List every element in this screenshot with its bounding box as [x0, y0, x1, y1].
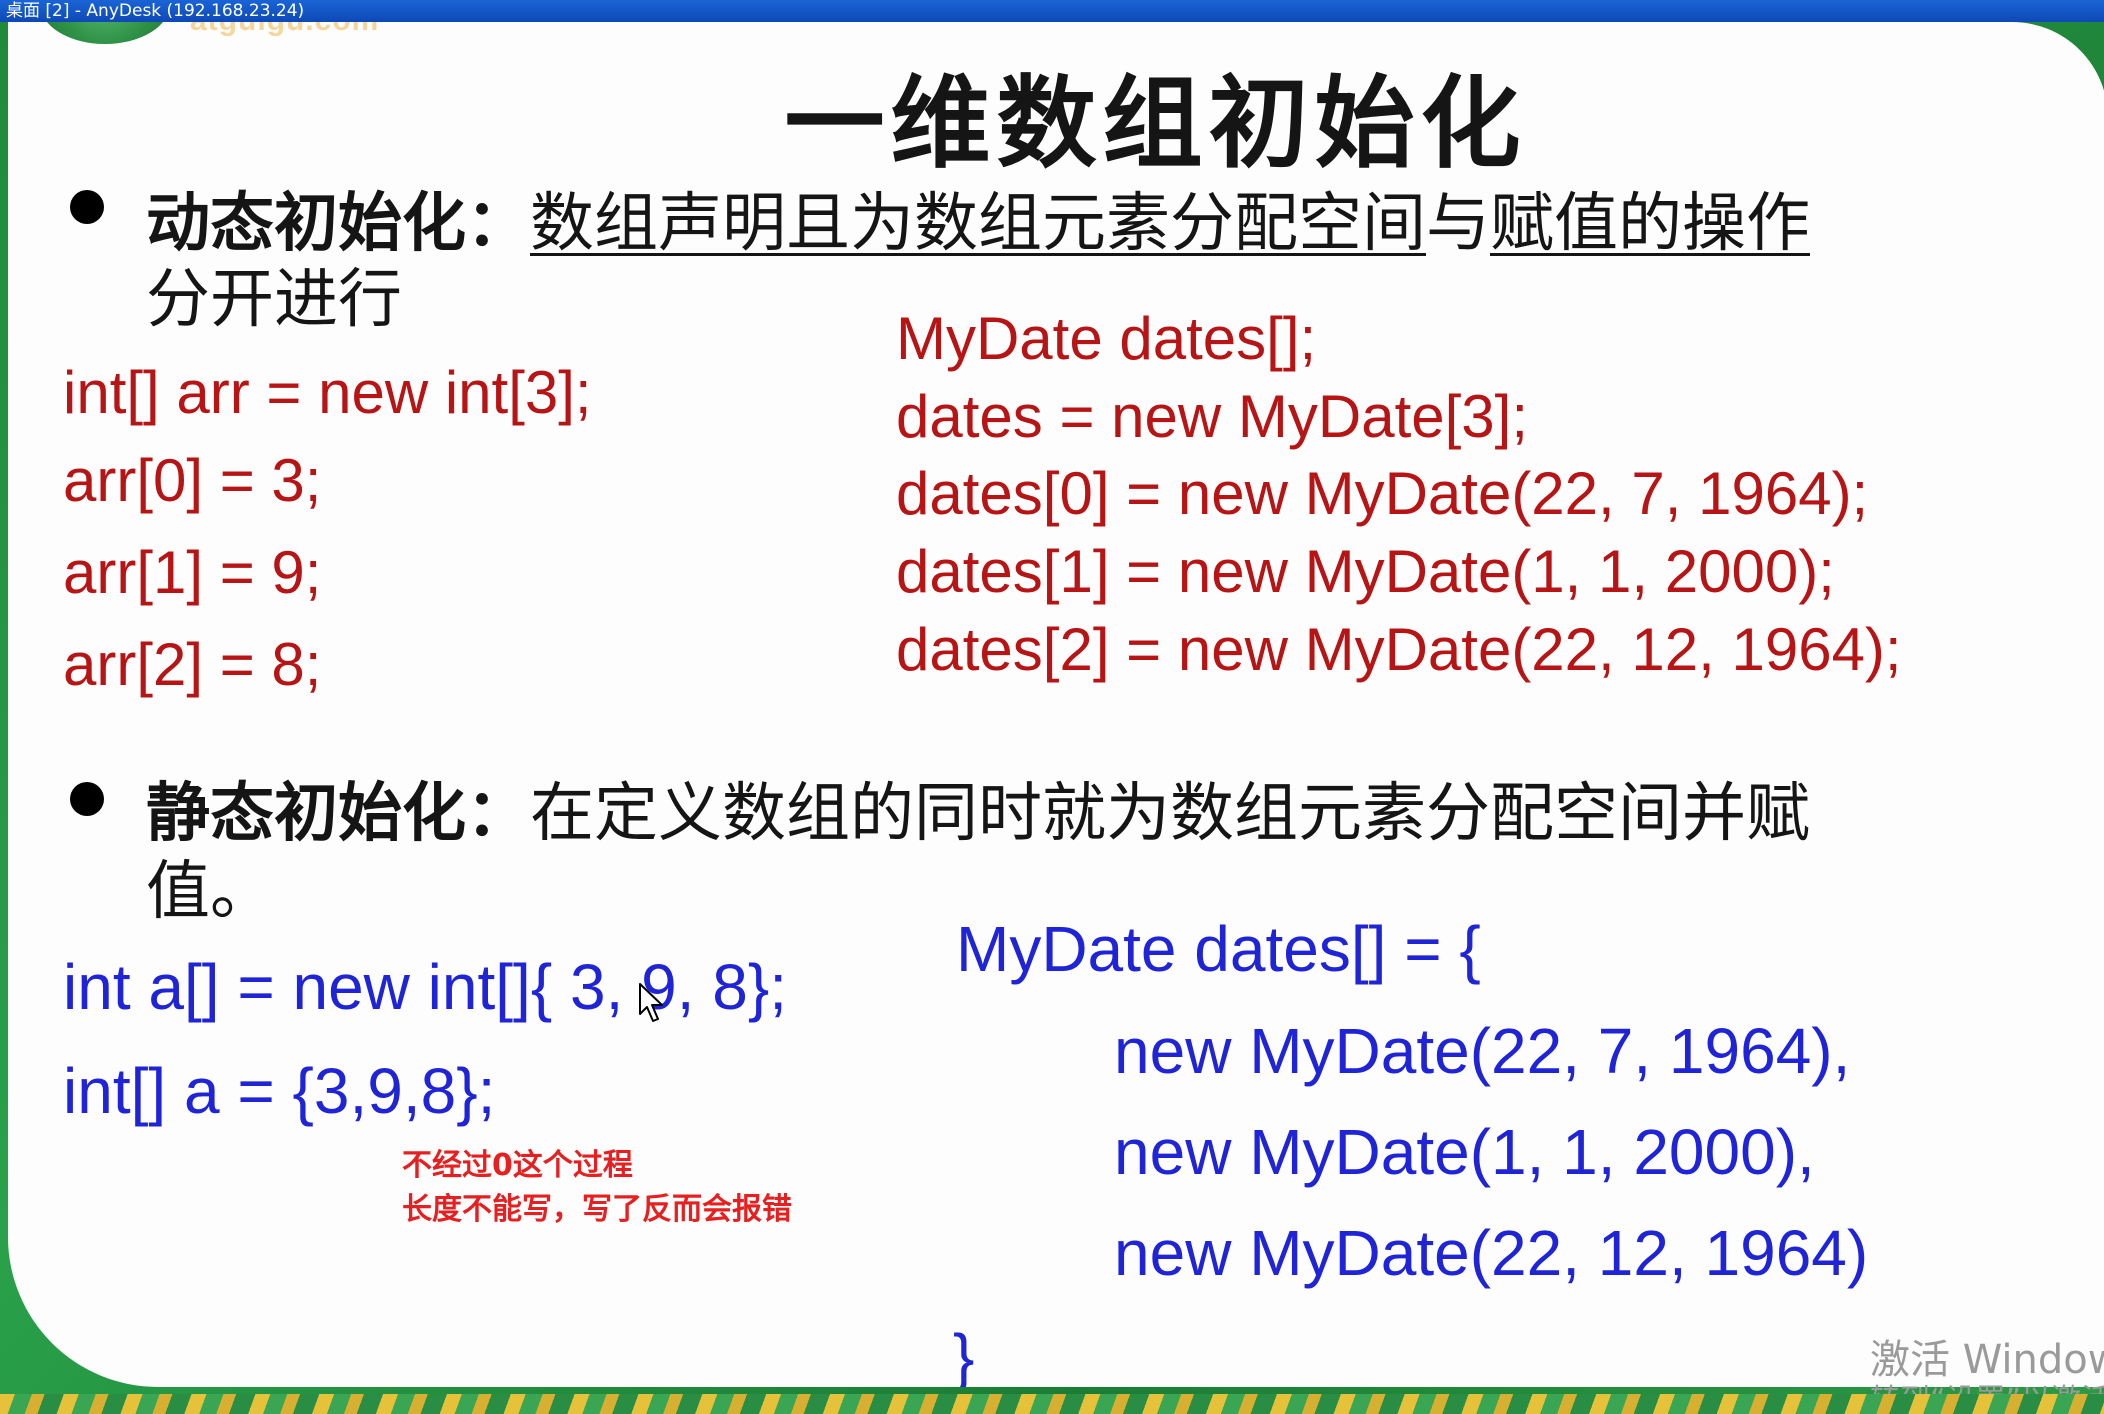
window-title: 桌面 [2] - AnyDesk (192.168.23.24)	[6, 1, 305, 21]
annotation-note: 长度不能写，写了反而会报错	[402, 1192, 792, 1227]
dynamic-code-left-line: arr[2] = 8;	[63, 631, 322, 698]
static-code-right-line: new MyDate(22, 7, 1964),	[1114, 1015, 1851, 1087]
annotation-note: 不经过0这个过程	[402, 1148, 633, 1183]
background-stripe	[0, 1394, 2104, 1414]
static-code-left-line: int[] a = {3,9,8};	[63, 1055, 496, 1127]
dynamic-init-desc-part2: 与	[1426, 187, 1490, 261]
static-code-left-line: int a[] = new int[]{ 3, 9, 8};	[63, 951, 788, 1023]
static-code-right-line: MyDate dates[] = {	[956, 913, 1481, 985]
dynamic-init-desc-continued: 分开进行	[146, 263, 402, 337]
window-titlebar[interactable]: 桌面 [2] - AnyDesk (192.168.23.24)	[0, 0, 2104, 22]
static-init-heading: 静态初始化：在定义数组的同时就为数组元素分配空间并赋	[146, 762, 1810, 854]
dynamic-code-left-line: arr[1] = 9;	[63, 539, 322, 606]
static-init-desc-continued: 值。	[146, 855, 274, 929]
bullet-icon	[70, 782, 104, 816]
dynamic-code-right-line: MyDate dates[];	[896, 305, 1317, 372]
slide: 一维数组初始化 动态初始化：数组声明且为数组元素分配空间与赋值的操作 分开进行 …	[8, 22, 2104, 1387]
bullet-icon	[70, 190, 104, 224]
dynamic-code-right-line: dates[1] = new MyDate(1, 1, 2000);	[896, 538, 1835, 605]
static-code-right-line: new MyDate(1, 1, 2000),	[1114, 1116, 1815, 1188]
static-code-right-line: }	[953, 1321, 975, 1387]
screen: 桌面 [2] - AnyDesk (192.168.23.24) atguigu…	[0, 0, 2104, 1414]
dynamic-code-right-line: dates[0] = new MyDate(22, 7, 1964);	[896, 460, 1869, 527]
dynamic-code-left-line: int[] arr = new int[3];	[63, 359, 592, 426]
dynamic-init-desc-part1: 数组声明且为数组元素分配空间	[530, 187, 1426, 261]
dynamic-code-right-line: dates[2] = new MyDate(22, 12, 1964);	[896, 616, 1902, 683]
slide-title: 一维数组初始化	[784, 64, 1527, 182]
dynamic-code-right-line: dates = new MyDate[3];	[896, 383, 1528, 450]
dynamic-code-left-line: arr[0] = 3;	[63, 447, 322, 514]
static-init-desc: 在定义数组的同时就为数组元素分配空间并赋	[530, 777, 1810, 851]
static-code-right-line: new MyDate(22, 12, 1964)	[1114, 1217, 1869, 1289]
dynamic-init-desc-part3: 赋值的操作	[1490, 187, 1810, 261]
mouse-pointer-icon	[639, 983, 663, 1022]
